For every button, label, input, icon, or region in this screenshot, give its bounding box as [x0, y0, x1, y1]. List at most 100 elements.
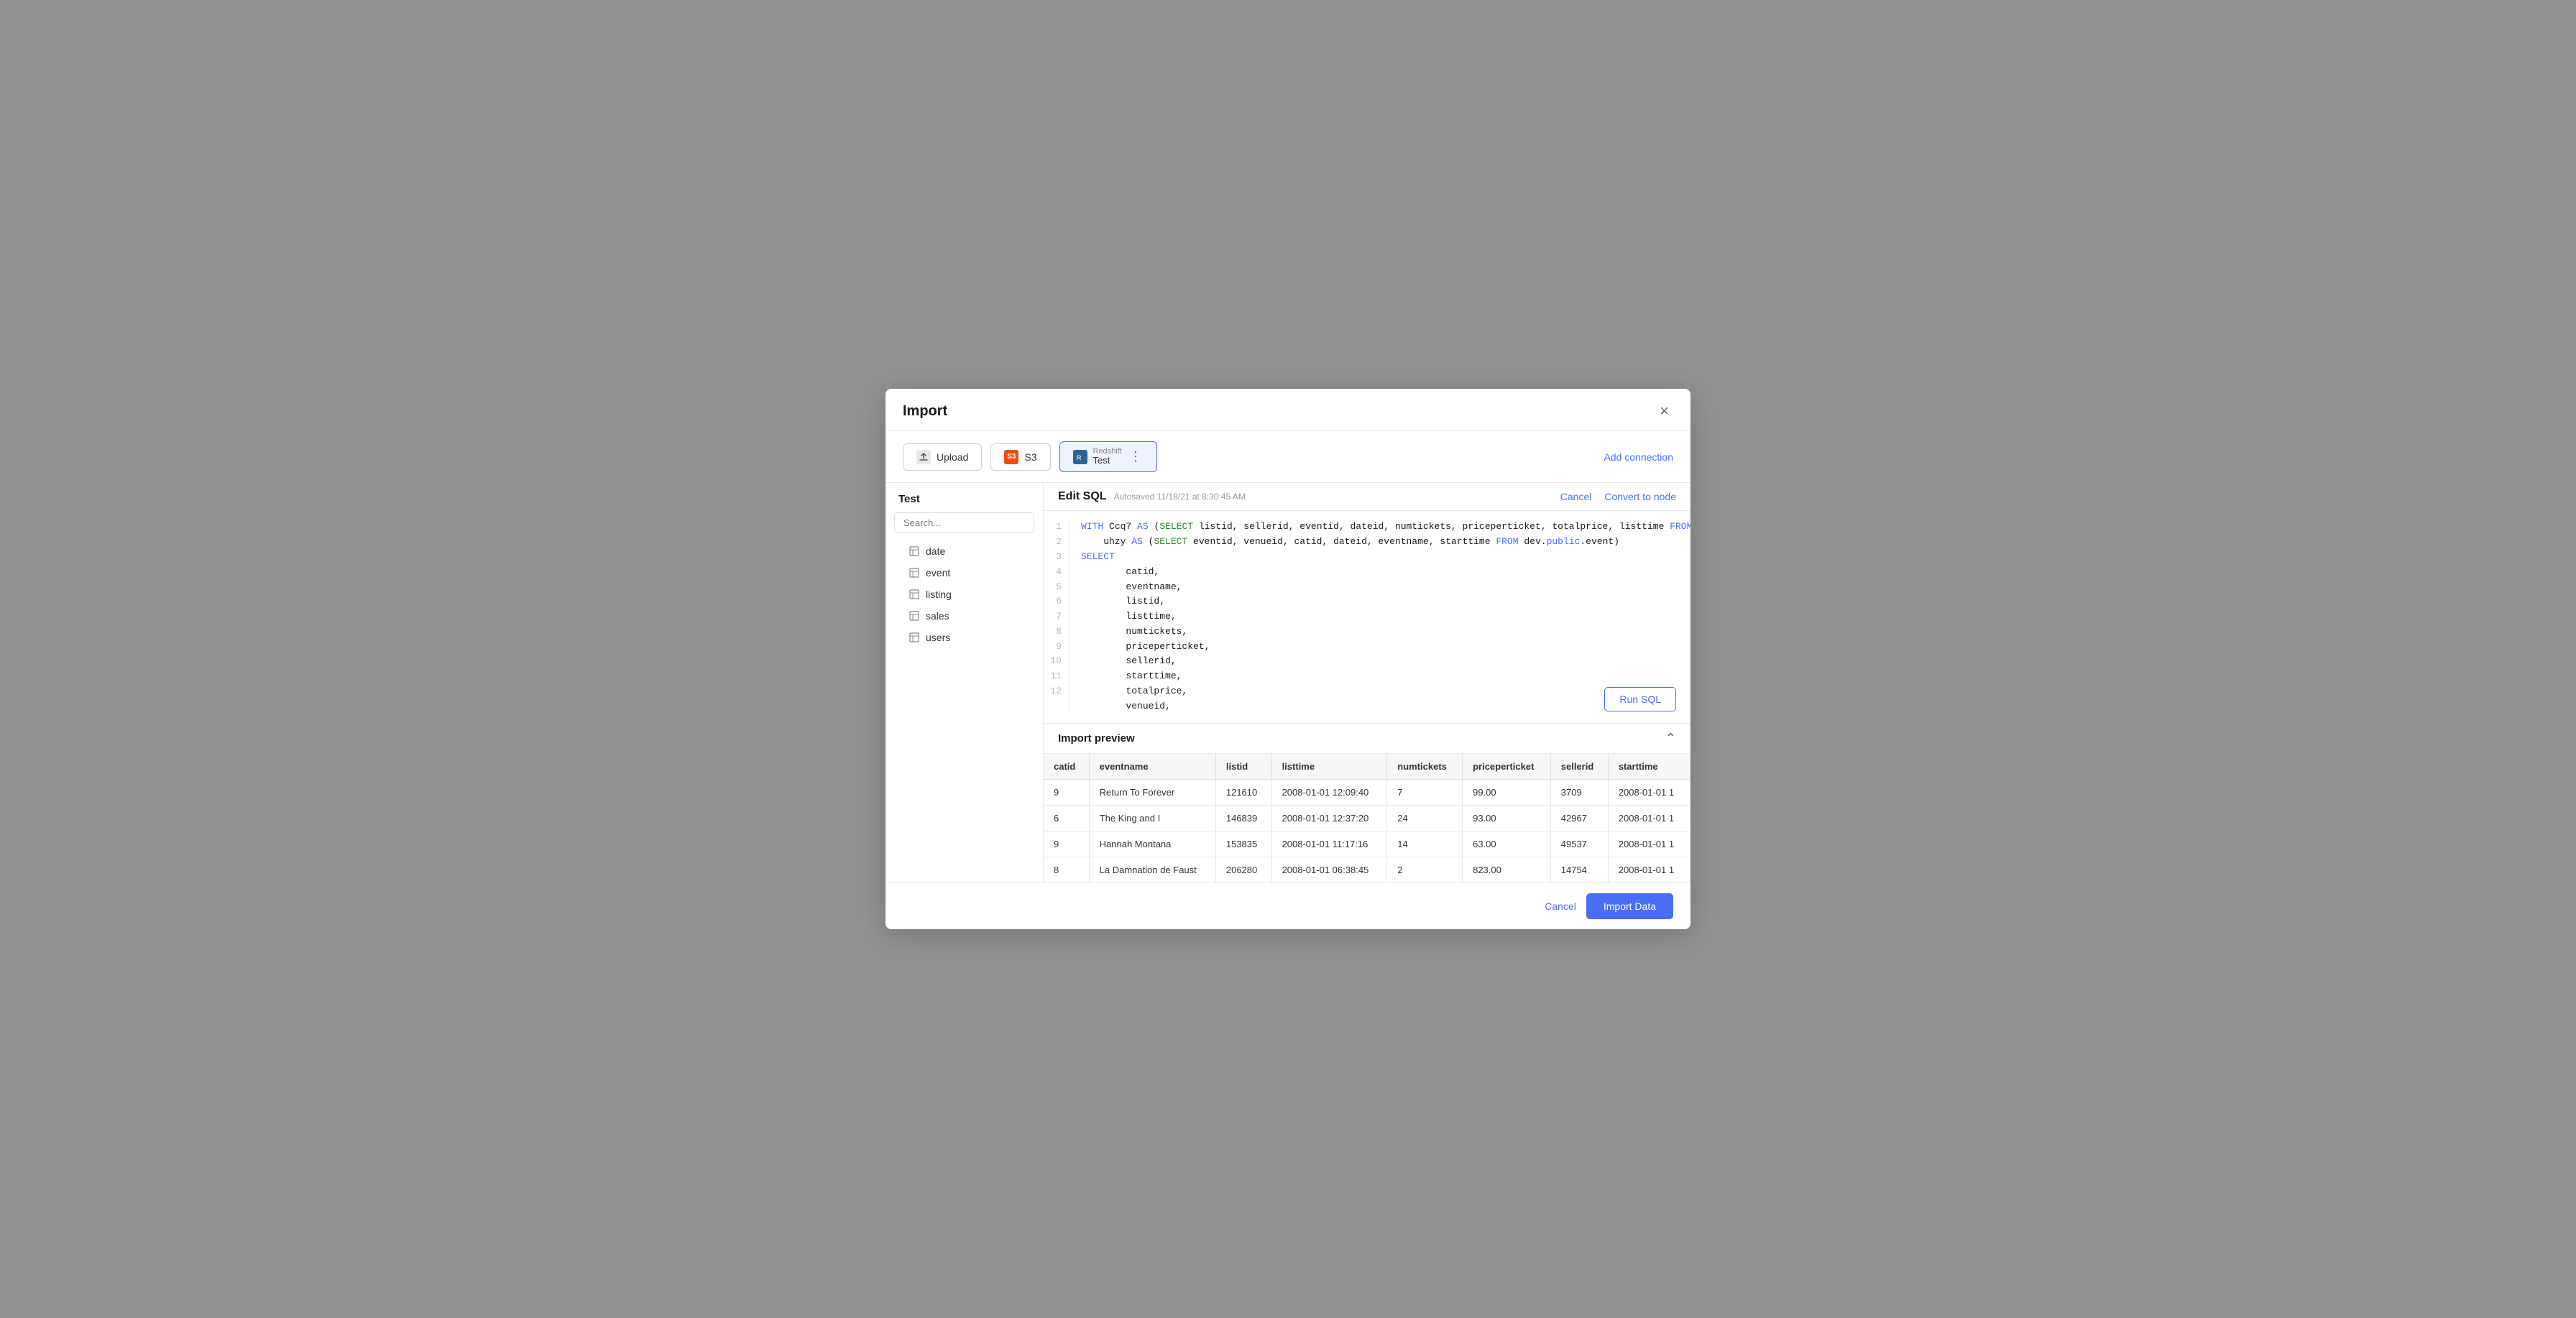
cell-sellerid: 49537	[1550, 831, 1608, 857]
cell-starttime: 2008-01-01 1	[1608, 805, 1690, 831]
table-row: 9 Return To Forever 121610 2008-01-01 12…	[1044, 779, 1690, 805]
preview-title: Import preview	[1058, 732, 1135, 745]
modal-footer: Cancel Import Data	[886, 882, 1690, 929]
cell-starttime: 2008-01-01 1	[1608, 857, 1690, 882]
col-eventname: eventname	[1089, 754, 1215, 780]
cell-listtime: 2008-01-01 11:17:16	[1271, 831, 1387, 857]
table-icon	[908, 567, 920, 579]
svg-text:R: R	[1077, 454, 1082, 461]
sidebar-table-label: listing	[926, 589, 952, 600]
code-line: starttime,	[1081, 669, 1679, 684]
sql-cancel-button[interactable]: Cancel	[1560, 491, 1592, 502]
modal-body: Test date event	[886, 483, 1690, 882]
sql-editor-title-area: Edit SQL Autosaved 11/18/21 at 8:30:45 A…	[1058, 490, 1246, 503]
col-sellerid: sellerid	[1550, 754, 1608, 780]
sql-header-actions: Cancel Convert to node	[1560, 491, 1676, 502]
cell-eventname: Return To Forever	[1089, 779, 1215, 805]
close-button[interactable]: ×	[1655, 402, 1673, 420]
cell-listid: 121610	[1215, 779, 1271, 805]
col-listtime: listtime	[1271, 754, 1387, 780]
upload-icon	[916, 450, 931, 464]
modal-header: Import ×	[886, 389, 1690, 431]
add-connection-button[interactable]: Add connection	[1604, 451, 1673, 463]
footer-cancel-button[interactable]: Cancel	[1545, 900, 1576, 912]
table-row: 8 La Damnation de Faust 206280 2008-01-0…	[1044, 857, 1690, 882]
right-panel: Edit SQL Autosaved 11/18/21 at 8:30:45 A…	[1044, 483, 1690, 882]
code-line: totalprice,	[1081, 684, 1679, 699]
sql-editor-title: Edit SQL	[1058, 490, 1107, 503]
table-row: 9 Hannah Montana 153835 2008-01-01 11:17…	[1044, 831, 1690, 857]
cell-listid: 206280	[1215, 857, 1271, 882]
code-line: sellerid,	[1081, 654, 1679, 669]
col-numtickets: numtickets	[1387, 754, 1463, 780]
upload-tab-label: Upload	[937, 451, 968, 463]
cell-listtime: 2008-01-01 12:37:20	[1271, 805, 1387, 831]
sidebar-table-label: event	[926, 567, 950, 579]
sidebar-item-date[interactable]: date	[886, 540, 1043, 562]
connection-tab-more-button[interactable]: ⋮	[1128, 449, 1144, 464]
sidebar-search-input[interactable]	[894, 512, 1034, 533]
import-modal: Import × Upload S3 S3 R RedshiftT	[886, 389, 1690, 928]
run-sql-button[interactable]: Run SQL	[1604, 687, 1676, 711]
s3-tab-label: S3	[1024, 451, 1036, 463]
sidebar-item-users[interactable]: users	[886, 627, 1043, 648]
cell-catid: 6	[1044, 805, 1089, 831]
sidebar-table-label: sales	[926, 610, 949, 622]
preview-header: Import preview ⌃	[1044, 724, 1690, 754]
cell-listtime: 2008-01-01 06:38:45	[1271, 857, 1387, 882]
cell-sellerid: 42967	[1550, 805, 1608, 831]
sidebar-item-sales[interactable]: sales	[886, 605, 1043, 627]
convert-to-node-button[interactable]: Convert to node	[1604, 491, 1676, 502]
table-icon	[908, 589, 920, 600]
code-line: catid,	[1081, 565, 1679, 580]
cell-catid: 9	[1044, 831, 1089, 857]
collapse-preview-button[interactable]: ⌃	[1665, 731, 1676, 746]
preview-table-wrap: catid eventname listid listtime numticke…	[1044, 754, 1690, 882]
table-row: 6 The King and I 146839 2008-01-01 12:37…	[1044, 805, 1690, 831]
modal-body-inner: Test date event	[886, 483, 1690, 882]
code-line: priceperticket,	[1081, 640, 1679, 655]
code-lines[interactable]: WITH Ccq7 AS (SELECT listid, sellerid, e…	[1070, 520, 1690, 714]
code-line: SELECT	[1081, 550, 1679, 565]
sql-editor: Edit SQL Autosaved 11/18/21 at 8:30:45 A…	[1044, 483, 1690, 722]
code-line: eventname,	[1081, 580, 1679, 595]
cell-priceperticket: 99.00	[1463, 779, 1551, 805]
connection-tab-redshift[interactable]: R RedshiftTest ⋮	[1059, 441, 1157, 472]
sidebar-title: Test	[886, 493, 1043, 512]
cell-numtickets: 2	[1387, 857, 1463, 882]
cell-starttime: 2008-01-01 1	[1608, 831, 1690, 857]
cell-catid: 8	[1044, 857, 1089, 882]
redshift-tab-subtitle: RedshiftTest	[1093, 448, 1122, 466]
connection-tab-upload[interactable]: Upload	[903, 443, 982, 471]
code-line: WITH Ccq7 AS (SELECT listid, sellerid, e…	[1081, 520, 1679, 535]
preview-table-body: 9 Return To Forever 121610 2008-01-01 12…	[1044, 779, 1690, 882]
table-icon	[908, 545, 920, 557]
connection-bar: Upload S3 S3 R RedshiftTest ⋮ Add connec…	[886, 431, 1690, 483]
cell-sellerid: 14754	[1550, 857, 1608, 882]
cell-eventname: La Damnation de Faust	[1089, 857, 1215, 882]
col-starttime: starttime	[1608, 754, 1690, 780]
sidebar-item-event[interactable]: event	[886, 562, 1043, 584]
code-line: listtime,	[1081, 609, 1679, 625]
preview-table-header: catid eventname listid listtime numticke…	[1044, 754, 1690, 780]
cell-priceperticket: 93.00	[1463, 805, 1551, 831]
sql-editor-header: Edit SQL Autosaved 11/18/21 at 8:30:45 A…	[1044, 483, 1690, 511]
code-line: listid,	[1081, 594, 1679, 609]
cell-priceperticket: 823.00	[1463, 857, 1551, 882]
cell-numtickets: 14	[1387, 831, 1463, 857]
code-line: venueid,	[1081, 699, 1679, 714]
footer-import-button[interactable]: Import Data	[1586, 893, 1673, 919]
cell-catid: 9	[1044, 779, 1089, 805]
table-icon	[908, 610, 920, 622]
col-priceperticket: priceperticket	[1463, 754, 1551, 780]
s3-icon: S3	[1004, 450, 1018, 464]
cell-eventname: The King and I	[1089, 805, 1215, 831]
code-line: uhzy AS (SELECT eventid, venueid, catid,…	[1081, 535, 1679, 550]
cell-priceperticket: 63.00	[1463, 831, 1551, 857]
sidebar-item-listing[interactable]: listing	[886, 584, 1043, 605]
connection-tab-s3[interactable]: S3 S3	[990, 443, 1050, 471]
preview-table: catid eventname listid listtime numticke…	[1044, 754, 1690, 882]
cell-numtickets: 7	[1387, 779, 1463, 805]
sidebar: Test date event	[886, 483, 1044, 882]
cell-listid: 153835	[1215, 831, 1271, 857]
